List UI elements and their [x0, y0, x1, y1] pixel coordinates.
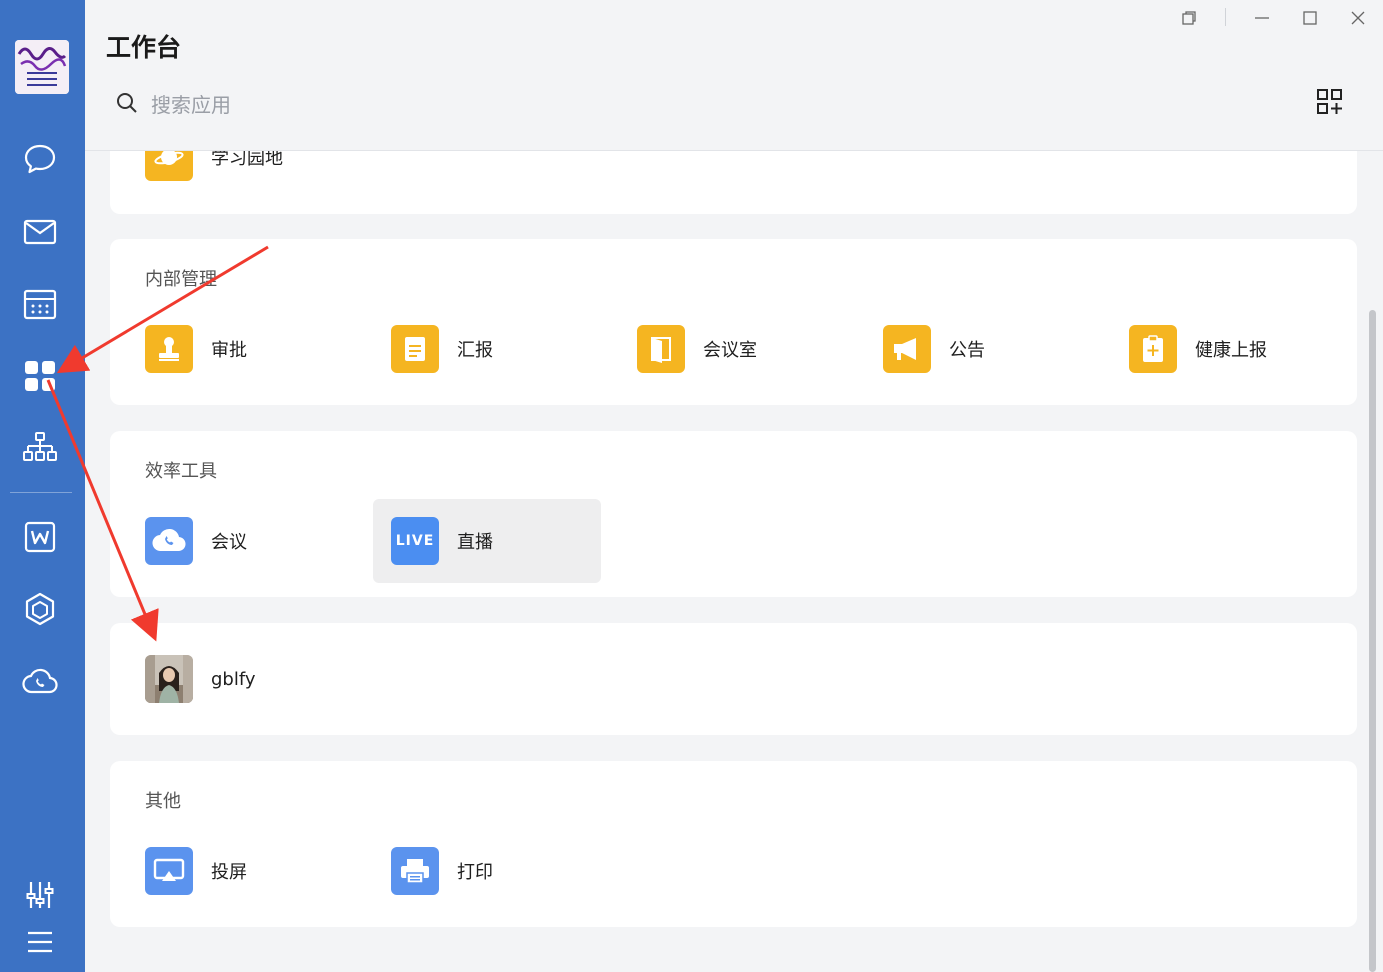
close-icon[interactable]	[1346, 6, 1370, 30]
section-efficiency: 效率工具 会议 LIVE 直播	[110, 431, 1357, 597]
document-icon	[391, 325, 439, 373]
app-screencast[interactable]: 投屏	[145, 829, 373, 913]
megaphone-icon	[883, 325, 931, 373]
section-title: 效率工具	[145, 461, 217, 482]
search-bar[interactable]	[115, 88, 515, 122]
app-announcement[interactable]: 公告	[883, 307, 1111, 391]
add-app-icon[interactable]	[1316, 88, 1344, 116]
app-label: 打印	[457, 862, 493, 883]
settings-sliders-icon[interactable]	[20, 875, 60, 915]
app-meeting-room[interactable]: 会议室	[637, 307, 865, 391]
workbench-grid-icon[interactable]	[20, 356, 60, 396]
health-clipboard-icon	[1129, 325, 1177, 373]
screencast-icon	[145, 847, 193, 895]
app-label: 会议	[211, 532, 247, 553]
door-icon	[637, 325, 685, 373]
section-custom: gblfy	[110, 623, 1357, 735]
app-report[interactable]: 汇报	[391, 307, 619, 391]
scrollbar-thumb[interactable]	[1369, 310, 1376, 972]
page-title: 工作台	[106, 33, 182, 62]
cube-icon[interactable]	[20, 589, 60, 629]
printer-icon	[391, 847, 439, 895]
app-label: 投屏	[211, 862, 247, 883]
cloud-phone-icon[interactable]	[20, 661, 60, 701]
app-approval[interactable]: 审批	[145, 307, 373, 391]
window-controls-divider	[1225, 8, 1226, 26]
app-print[interactable]: 打印	[391, 829, 619, 913]
stamp-icon	[145, 325, 193, 373]
app-label: 审批	[211, 340, 247, 361]
header: 工作台	[85, 0, 1383, 151]
section-title: 内部管理	[145, 269, 217, 290]
app-health-report[interactable]: 健康上报	[1129, 307, 1357, 391]
app-live[interactable]: LIVE 直播	[373, 499, 601, 583]
user-avatar[interactable]	[15, 40, 69, 94]
word-doc-icon[interactable]	[20, 517, 60, 557]
photo-avatar-icon	[145, 655, 193, 703]
pin-window-icon[interactable]	[1177, 6, 1201, 30]
org-chart-icon[interactable]	[20, 428, 60, 468]
app-label: 会议室	[703, 340, 757, 361]
search-input[interactable]	[151, 93, 491, 117]
section-title: 其他	[145, 791, 181, 812]
mail-icon[interactable]	[20, 212, 60, 252]
chat-icon[interactable]	[20, 139, 60, 179]
section-internal: 内部管理 审批 汇报 会议室 公告 健康上报	[110, 239, 1357, 405]
app-label: 公告	[949, 340, 985, 361]
sidebar-divider	[10, 492, 72, 493]
menu-icon[interactable]	[20, 922, 60, 962]
live-icon: LIVE	[391, 517, 439, 565]
cloud-phone-icon	[145, 517, 193, 565]
app-label: 健康上报	[1195, 340, 1267, 361]
search-icon	[115, 91, 139, 119]
app-label: 直播	[457, 532, 493, 553]
app-meeting[interactable]: 会议	[145, 499, 373, 583]
app-label: gblfy	[211, 668, 256, 690]
app-label: 汇报	[457, 340, 493, 361]
left-sidebar	[0, 0, 85, 972]
section-other: 其他 投屏 打印	[110, 761, 1357, 927]
maximize-icon[interactable]	[1298, 6, 1322, 30]
calendar-icon[interactable]	[20, 284, 60, 324]
minimize-icon[interactable]	[1250, 6, 1274, 30]
app-gblfy[interactable]: gblfy	[145, 637, 373, 721]
